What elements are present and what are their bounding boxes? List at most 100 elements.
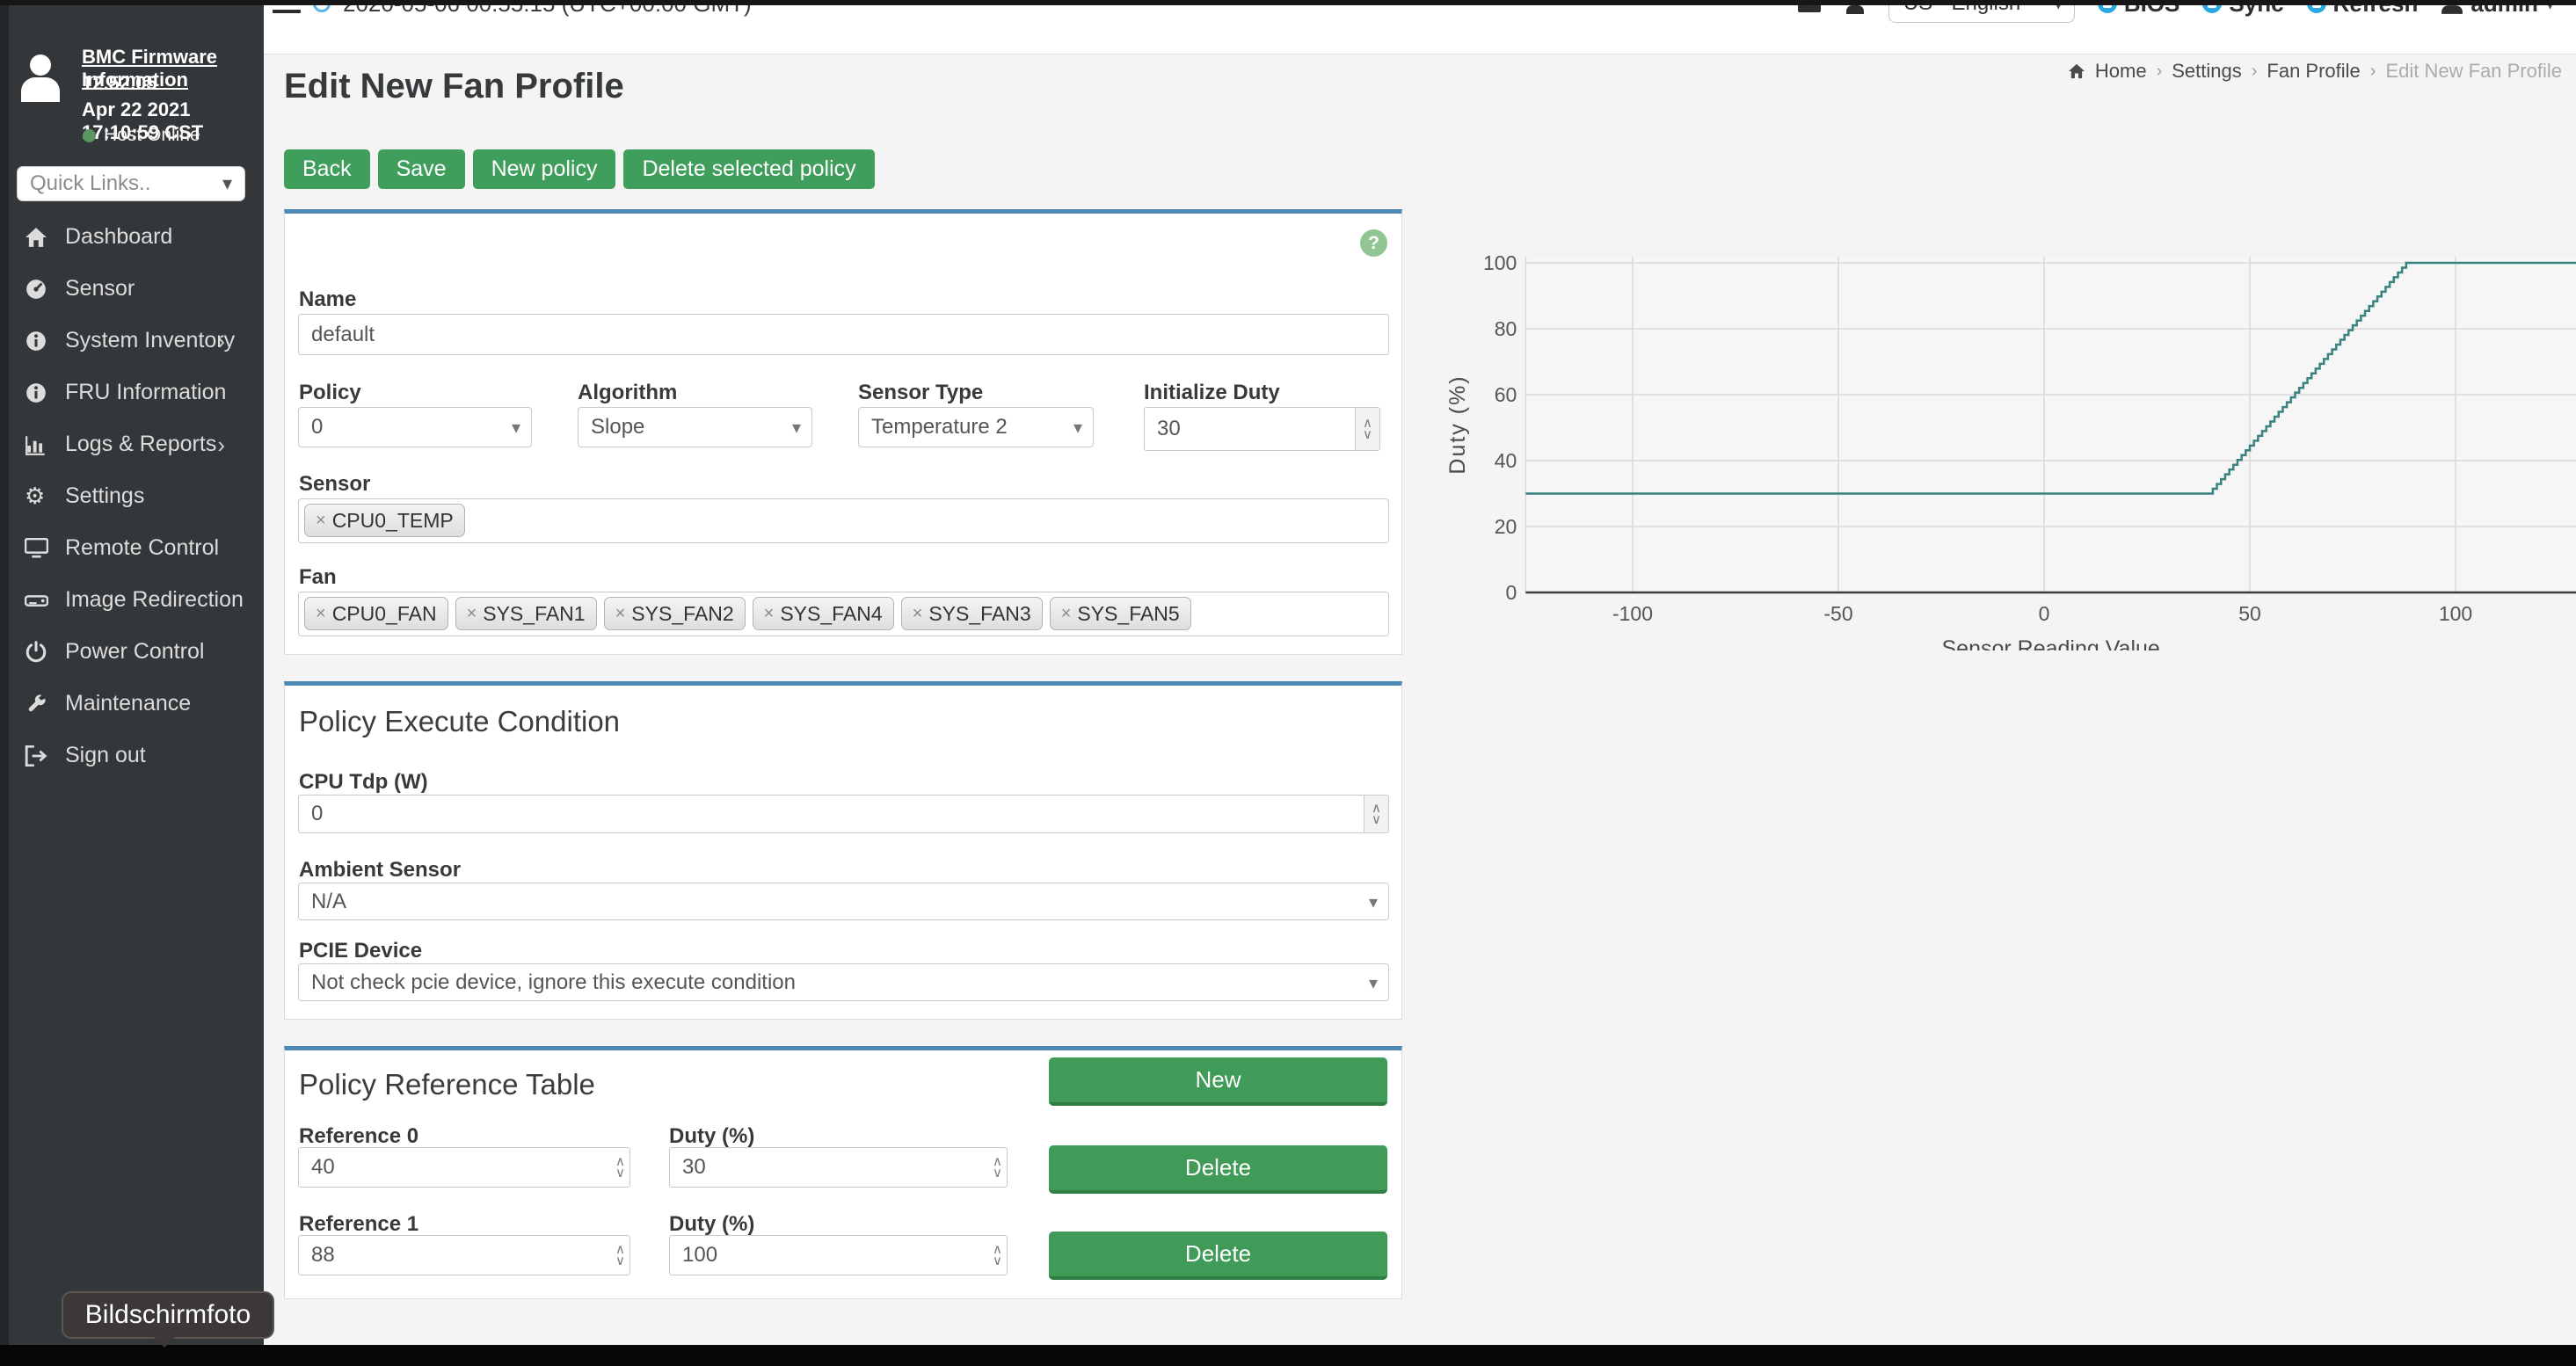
fan-tag[interactable]: ×SYS_FAN3 <box>901 597 1043 630</box>
sidebar-item-label: Logs & Reports <box>65 432 216 457</box>
reference-1-input[interactable] <box>298 1235 630 1275</box>
fan-multiselect[interactable]: ×CPU0_FAN ×SYS_FAN1 ×SYS_FAN2 ×SYS_FAN4 … <box>298 592 1389 636</box>
sidebar-item-settings[interactable]: ⚙ Settings <box>0 470 264 522</box>
sidebar-item-maintenance[interactable]: Maintenance <box>0 678 264 730</box>
breadcrumb-home[interactable]: Home <box>2095 60 2147 83</box>
duty-0-input[interactable] <box>669 1147 1008 1188</box>
name-label: Name <box>299 287 356 312</box>
cpu-tdp-input[interactable] <box>298 795 1389 833</box>
fan-tag[interactable]: ×CPU0_FAN <box>304 597 448 630</box>
spinner-arrows-icon[interactable]: ∧∨ <box>993 1156 1002 1179</box>
reference-0-stepper[interactable]: ∧∨ <box>298 1147 630 1188</box>
chevron-down-icon <box>222 172 232 195</box>
initialize-duty-stepper[interactable]: ∧∨ <box>1144 407 1380 451</box>
delete-reference-0-button[interactable]: Delete <box>1049 1145 1387 1194</box>
chevron-down-icon <box>512 415 520 440</box>
user-menu[interactable]: admin <box>2441 5 2555 18</box>
host-status-label: Host Online <box>104 125 200 146</box>
user-alert-icon[interactable] <box>1845 5 1866 14</box>
spinner-arrows-icon[interactable]: ∧∨ <box>615 1156 625 1179</box>
duty-1-stepper[interactable]: ∧∨ <box>669 1235 1008 1275</box>
sidebar-item-sign-out[interactable]: Sign out <box>0 730 264 781</box>
reference-0-input[interactable] <box>298 1147 630 1188</box>
algorithm-select[interactable]: Slope <box>578 407 812 447</box>
fan-tag[interactable]: ×SYS_FAN4 <box>753 597 894 630</box>
remove-tag-icon[interactable]: × <box>764 604 775 624</box>
breadcrumb-settings[interactable]: Settings <box>2172 60 2242 83</box>
duty-1-input[interactable] <box>669 1235 1008 1275</box>
spinner-arrows-icon[interactable]: ∧∨ <box>1364 796 1388 832</box>
fan-tag[interactable]: ×SYS_FAN2 <box>604 597 746 630</box>
section-heading: Policy Execute Condition <box>299 705 620 738</box>
new-policy-button[interactable]: New policy <box>473 149 616 189</box>
bios-label: BIOS <box>2124 5 2180 18</box>
name-input[interactable] <box>298 314 1389 355</box>
sidebar-item-logs-reports[interactable]: Logs & Reports › <box>0 418 264 470</box>
chevron-down-icon <box>1073 415 1082 440</box>
delete-selected-policy-button[interactable]: Delete selected policy <box>623 149 874 189</box>
chevron-right-icon: › <box>217 330 225 352</box>
sensor-type-select[interactable]: Temperature 2 <box>858 407 1094 447</box>
sensor-multiselect[interactable]: × CPU0_TEMP <box>298 498 1389 543</box>
help-icon[interactable]: ? <box>1360 229 1387 257</box>
sidebar-item-dashboard[interactable]: Dashboard <box>0 211 264 263</box>
svg-text:0: 0 <box>1506 581 1517 604</box>
ambient-sensor-value: N/A <box>311 890 1369 914</box>
sidebar-item-system-inventory[interactable]: System Inventory › <box>0 315 264 367</box>
sync-icon <box>2202 5 2222 13</box>
cpu-tdp-label: CPU Tdp (W) <box>299 770 428 795</box>
spinner-arrows-icon[interactable]: ∧∨ <box>993 1244 1002 1267</box>
sync-button[interactable]: Sync <box>2202 5 2283 18</box>
sidebar-item-sensor[interactable]: Sensor <box>0 263 264 315</box>
mail-icon[interactable] <box>1797 5 1822 13</box>
save-button[interactable]: Save <box>378 149 465 189</box>
remove-tag-icon[interactable]: × <box>316 511 326 531</box>
sensor-tag[interactable]: × CPU0_TEMP <box>304 504 465 537</box>
new-reference-button[interactable]: New <box>1049 1057 1387 1106</box>
host-online-dot-icon <box>83 129 96 142</box>
sidebar-item-remote-control[interactable]: Remote Control <box>0 522 264 574</box>
delete-reference-1-button[interactable]: Delete <box>1049 1232 1387 1280</box>
cpu-tdp-stepper[interactable]: ∧∨ <box>298 795 1389 833</box>
policy-select[interactable]: 0 <box>298 407 532 447</box>
remove-tag-icon[interactable]: × <box>913 604 923 624</box>
remove-tag-icon[interactable]: × <box>1061 604 1072 624</box>
user-icon <box>2441 5 2463 14</box>
fan-tag[interactable]: ×SYS_FAN5 <box>1050 597 1191 630</box>
quick-links-select[interactable]: Quick Links.. <box>17 166 245 201</box>
sidebar-item-label: Remote Control <box>65 535 219 561</box>
fan-label: Fan <box>299 565 337 590</box>
hamburger-menu-icon[interactable] <box>273 5 301 13</box>
initialize-duty-input[interactable] <box>1144 407 1380 451</box>
breadcrumb-separator: › <box>2157 62 2163 82</box>
bios-button[interactable]: BIOS <box>2098 5 2180 18</box>
algorithm-label: Algorithm <box>578 381 677 405</box>
spinner-arrows-icon[interactable]: ∧∨ <box>1355 408 1379 450</box>
language-select[interactable]: US - English <box>1888 5 2075 23</box>
remove-tag-icon[interactable]: × <box>467 604 477 624</box>
sidebar-item-image-redirection[interactable]: Image Redirection <box>0 574 264 626</box>
sidebar-item-power-control[interactable]: Power Control <box>0 626 264 678</box>
info-circle-icon <box>25 330 51 352</box>
ambient-sensor-select[interactable]: N/A <box>298 883 1389 920</box>
fan-tag-label: SYS_FAN4 <box>780 602 882 626</box>
sidebar-item-fru-information[interactable]: FRU Information <box>0 367 264 418</box>
remove-tag-icon[interactable]: × <box>316 604 326 624</box>
window-top-strip <box>0 0 2576 5</box>
breadcrumb-fan-profile[interactable]: Fan Profile <box>2267 60 2360 83</box>
monitor-icon <box>25 537 51 560</box>
user-avatar-icon <box>18 51 63 102</box>
home-icon <box>25 226 51 249</box>
remove-tag-icon[interactable]: × <box>615 604 626 624</box>
breadcrumb: Home › Settings › Fan Profile › Edit New… <box>2068 60 2562 83</box>
duty-0-stepper[interactable]: ∧∨ <box>669 1147 1008 1188</box>
pcie-device-select[interactable]: Not check pcie device, ignore this execu… <box>298 963 1389 1001</box>
clock-icon <box>313 5 331 12</box>
spinner-arrows-icon[interactable]: ∧∨ <box>615 1244 625 1267</box>
sidebar: BMC Firmware Information 12.52.05 Apr 22… <box>0 0 264 1345</box>
fan-tag[interactable]: ×SYS_FAN1 <box>455 597 597 630</box>
back-button[interactable]: Back <box>284 149 370 189</box>
refresh-button[interactable]: Refresh <box>2307 5 2419 18</box>
screenshot-tooltip: Bildschirmfoto <box>62 1291 274 1339</box>
reference-1-stepper[interactable]: ∧∨ <box>298 1235 630 1275</box>
